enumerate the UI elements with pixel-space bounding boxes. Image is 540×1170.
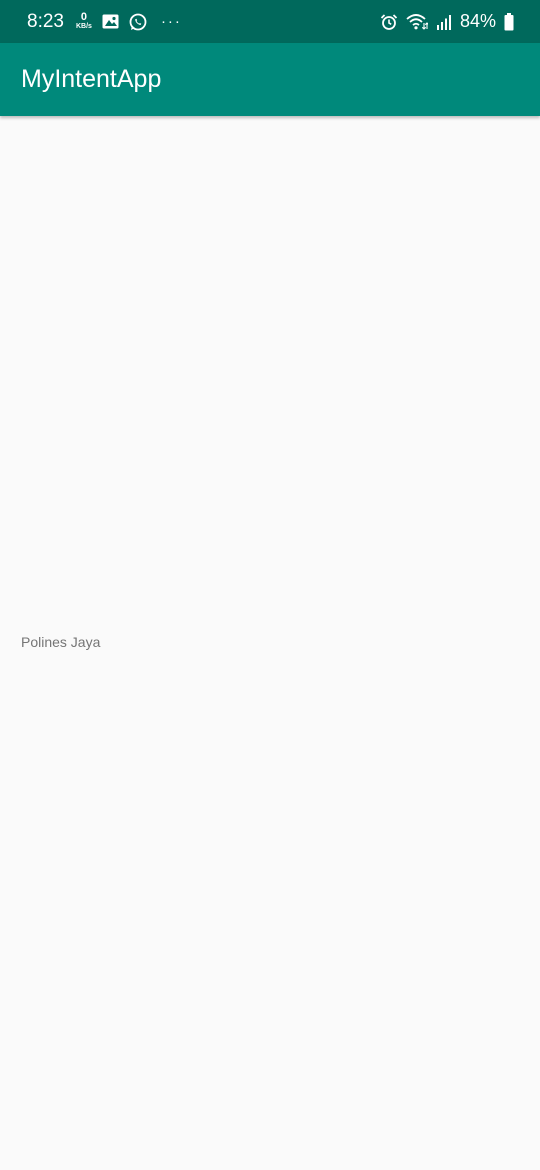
network-speed-value: 0 [80, 10, 88, 23]
network-speed-unit: KB/s [75, 22, 92, 30]
more-notifications-indicator: ··· [160, 13, 182, 30]
received-text: Polines Jaya [21, 634, 101, 650]
whatsapp-icon [129, 13, 147, 31]
status-bar-right: 84% [380, 11, 514, 32]
battery-icon [504, 12, 514, 31]
status-bar-left: 8:23 0 KB/s ··· [27, 11, 182, 33]
status-bar: 8:23 0 KB/s ··· 84% [0, 0, 540, 43]
app-title: MyIntentApp [21, 65, 162, 93]
gallery-icon [102, 14, 119, 29]
battery-percent: 84% [459, 11, 496, 31]
alarm-icon [380, 13, 398, 31]
app-bar: MyIntentApp [0, 43, 540, 116]
wifi-icon [406, 13, 428, 30]
network-speed-indicator: 0 KB/s [75, 10, 92, 31]
clock: 8:23 [27, 10, 64, 32]
signal-icon [436, 14, 452, 30]
